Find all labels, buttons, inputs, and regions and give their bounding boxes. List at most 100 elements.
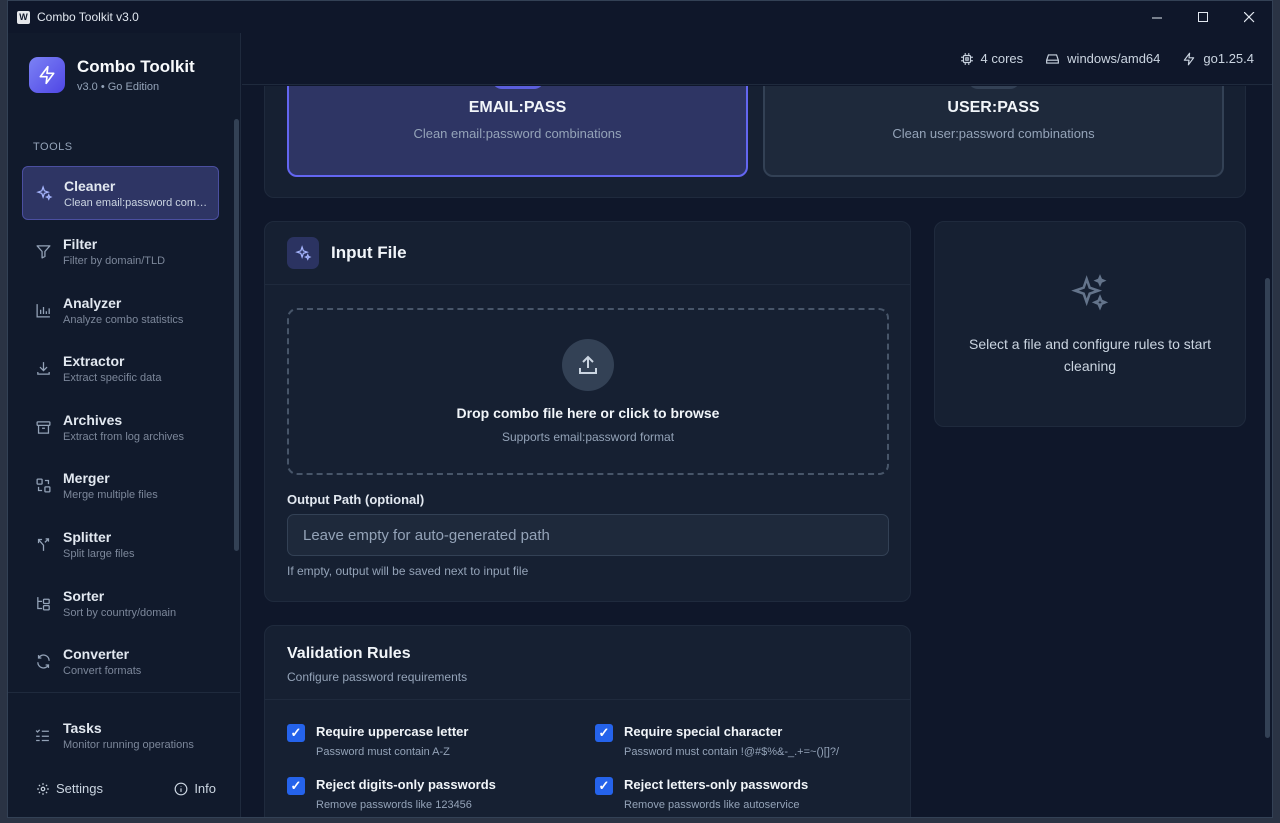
rule-title: Reject letters-only passwords xyxy=(624,777,809,792)
platform-info: windows/amd64 xyxy=(1045,51,1160,66)
tasks-desc: Monitor running operations xyxy=(63,739,194,751)
window-title: Combo Toolkit v3.0 xyxy=(37,10,139,24)
sparkles-icon xyxy=(287,237,319,269)
filter-icon xyxy=(34,243,52,261)
main-scrollbar[interactable] xyxy=(1265,278,1270,738)
sidebar-item-desc: Extract from log archives xyxy=(63,430,185,443)
upload-icon xyxy=(562,339,614,391)
sidebar-item-tasks[interactable]: Tasks Monitor running operations xyxy=(34,720,223,751)
mode-title: EMAIL:PASS xyxy=(468,99,567,116)
rule-require-uppercase[interactable]: ✓ Require uppercase letter Password must … xyxy=(287,724,468,758)
list-check-icon xyxy=(34,727,52,745)
sparkles-icon xyxy=(1070,274,1110,319)
brand-subtitle: v3.0 • Go Edition xyxy=(77,81,160,93)
rule-title: Reject digits-only passwords xyxy=(316,777,496,792)
rule-title: Require special character xyxy=(624,724,783,739)
status-panel: Select a file and configure rules to sta… xyxy=(934,221,1246,427)
sidebar-item-converter[interactable]: Converter Convert formats xyxy=(22,635,219,689)
input-file-card: Input File Drop combo file here or click… xyxy=(264,221,911,602)
rule-reject-digits-only[interactable]: ✓ Reject digits-only passwords Remove pas… xyxy=(287,777,496,811)
input-file-header: Input File xyxy=(265,222,910,285)
sidebar-item-desc: Sort by country/domain xyxy=(63,606,177,619)
sidebar-item-label: Merger xyxy=(63,470,110,487)
minimize-button[interactable] xyxy=(1134,1,1180,33)
settings-button[interactable]: Settings xyxy=(36,781,103,796)
download-icon xyxy=(34,360,52,378)
sidebar-item-label: Converter xyxy=(63,646,130,663)
sidebar-item-label: Cleaner xyxy=(64,177,116,194)
output-path-label: Output Path (optional) xyxy=(287,492,425,507)
sidebar-item-archives[interactable]: Archives Extract from log archives xyxy=(22,400,219,454)
rule-desc: Remove passwords like autoservice xyxy=(624,799,800,811)
sidebar-item-splitter[interactable]: Splitter Split large files xyxy=(22,518,219,572)
sidebar-item-desc: Merge multiple files xyxy=(63,489,158,502)
mode-selector-card: EMAIL:PASS Clean email:password combinat… xyxy=(264,86,1246,198)
checkbox-checked[interactable]: ✓ xyxy=(287,724,305,742)
platform-text: windows/amd64 xyxy=(1067,51,1161,66)
rule-reject-letters-only[interactable]: ✓ Reject letters-only passwords Remove pa… xyxy=(595,777,808,811)
info-icon xyxy=(174,782,188,795)
sidebar-item-label: Sorter xyxy=(63,587,105,604)
sort-icon xyxy=(34,594,52,612)
settings-label: Settings xyxy=(56,781,103,796)
checkbox-checked[interactable]: ✓ xyxy=(287,777,305,795)
sidebar-item-cleaner[interactable]: Cleaner Clean email:password combinations xyxy=(22,166,219,220)
rule-desc: Remove passwords like 123456 xyxy=(316,799,472,811)
sidebar-item-extractor[interactable]: Extractor Extract specific data xyxy=(22,342,219,396)
sidebar-item-desc: Clean email:password combinations xyxy=(64,196,212,209)
split-icon xyxy=(34,536,52,554)
sidebar-item-filter[interactable]: Filter Filter by domain/TLD xyxy=(22,225,219,279)
mode-user-pass[interactable]: USER:PASS Clean user:password combinatio… xyxy=(763,86,1224,177)
sidebar-item-desc: Extract specific data xyxy=(63,372,162,385)
checkbox-checked[interactable]: ✓ xyxy=(595,777,613,795)
tasks-label: Tasks xyxy=(63,720,102,736)
rule-desc: Password must contain A-Z xyxy=(316,746,450,758)
sidebar-item-desc: Convert formats xyxy=(63,665,142,678)
sidebar: Combo Toolkit v3.0 • Go Edition TOOLS Cl… xyxy=(8,33,241,817)
output-path-hint: If empty, output will be saved next to i… xyxy=(287,564,529,578)
validation-rules-card: Validation Rules Configure password requ… xyxy=(264,625,911,817)
sidebar-item-desc: Analyze combo statistics xyxy=(63,313,184,326)
merge-icon xyxy=(34,477,52,495)
checkbox-checked[interactable]: ✓ xyxy=(595,724,613,742)
mode-email-pass[interactable]: EMAIL:PASS Clean email:password combinat… xyxy=(287,86,748,177)
sidebar-item-label: Archives xyxy=(63,411,123,428)
sidebar-item-sorter[interactable]: Sorter Sort by country/domain xyxy=(22,576,219,630)
info-button[interactable]: Info xyxy=(174,781,216,796)
refresh-icon xyxy=(34,653,52,671)
sidebar-scrollbar[interactable] xyxy=(234,119,239,551)
dropzone-subtitle: Supports email:password format xyxy=(501,430,675,444)
cpu-icon xyxy=(960,52,973,65)
brand-title: Combo Toolkit xyxy=(77,57,195,76)
archive-icon xyxy=(34,418,52,436)
rule-require-special[interactable]: ✓ Require special character Password must… xyxy=(595,724,839,758)
sidebar-footer: Tasks Monitor running operations Setting… xyxy=(8,692,241,817)
dropzone-title: Drop combo file here or click to browse xyxy=(456,405,720,421)
mode-title: USER:PASS xyxy=(947,99,1040,116)
sidebar-item-analyzer[interactable]: Analyzer Analyze combo statistics xyxy=(22,283,219,337)
brand: Combo Toolkit v3.0 • Go Edition xyxy=(29,57,195,93)
close-button[interactable] xyxy=(1226,1,1272,33)
app-icon: W xyxy=(17,10,30,24)
sidebar-item-label: Filter xyxy=(63,236,98,253)
main-content: 4 cores windows/amd64 go1.25.4 EMAIL:PAS… xyxy=(242,33,1272,817)
sidebar-item-merger[interactable]: Merger Merge multiple files xyxy=(22,459,219,513)
cores-info: 4 cores xyxy=(960,51,1024,66)
status-text: Select a file and configure rules to sta… xyxy=(968,336,1212,374)
maximize-icon xyxy=(1197,11,1208,22)
gear-icon xyxy=(37,782,49,795)
mode-icon-badge xyxy=(491,86,544,89)
validation-header: Validation Rules Configure password requ… xyxy=(265,626,910,700)
maximize-button[interactable] xyxy=(1180,1,1226,33)
file-dropzone[interactable]: Drop combo file here or click to browse … xyxy=(287,308,889,475)
output-path-input[interactable] xyxy=(287,514,889,556)
go-version-text: go1.25.4 xyxy=(1203,51,1254,66)
hard-drive-icon xyxy=(1046,53,1060,64)
sidebar-nav: Cleaner Clean email:password combinations… xyxy=(22,166,219,693)
cores-text: 4 cores xyxy=(980,51,1024,66)
input-file-title: Input File xyxy=(331,243,407,262)
bar-chart-icon xyxy=(34,301,52,319)
minimize-icon xyxy=(1151,17,1162,18)
system-info-bar: 4 cores windows/amd64 go1.25.4 xyxy=(242,33,1272,85)
title-bar: W Combo Toolkit v3.0 xyxy=(8,1,1272,33)
